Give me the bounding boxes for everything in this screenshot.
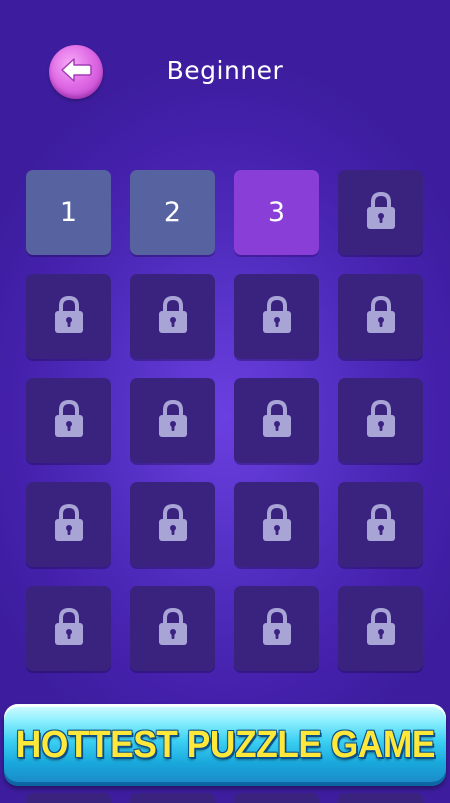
lock-icon (261, 295, 293, 339)
level-number: 3 (267, 197, 286, 228)
promo-banner: HOTTEST PUZZLE GAME (4, 704, 446, 786)
page-title: Beginner (166, 56, 284, 85)
level-tile-partial (234, 793, 319, 803)
level-tile-locked (234, 274, 319, 359)
lock-icon (365, 399, 397, 443)
level-tile-locked (338, 170, 423, 255)
lock-icon (365, 607, 397, 651)
level-tile-3[interactable]: 3 (234, 170, 319, 255)
level-tile-locked (130, 586, 215, 671)
lock-icon (53, 607, 85, 651)
lock-icon (53, 399, 85, 443)
lock-icon (157, 295, 189, 339)
level-tile-locked (234, 586, 319, 671)
level-tile-locked (338, 274, 423, 359)
level-number: 1 (59, 197, 78, 228)
level-tile-locked (234, 482, 319, 567)
level-tile-locked (338, 378, 423, 463)
banner-text: HOTTEST PUZZLE GAME (15, 723, 435, 766)
lock-icon (365, 503, 397, 547)
level-tile-locked (234, 378, 319, 463)
level-tile-2[interactable]: 2 (130, 170, 215, 255)
level-tile-locked (338, 482, 423, 567)
partial-level-row (26, 793, 424, 803)
level-number: 2 (163, 197, 182, 228)
level-tile-locked (26, 482, 111, 567)
lock-icon (365, 191, 397, 235)
level-tile-partial (338, 793, 423, 803)
lock-icon (157, 399, 189, 443)
lock-icon (261, 399, 293, 443)
level-tile-partial (130, 793, 215, 803)
level-tile-locked (26, 274, 111, 359)
level-tile-locked (130, 378, 215, 463)
level-tile-locked (130, 274, 215, 359)
lock-icon (53, 295, 85, 339)
lock-icon (261, 503, 293, 547)
level-tile-locked (26, 378, 111, 463)
level-grid: 1 2 3 (26, 170, 424, 671)
lock-icon (157, 607, 189, 651)
level-tile-partial (26, 793, 111, 803)
level-tile-locked (26, 586, 111, 671)
lock-icon (365, 295, 397, 339)
level-tile-locked (130, 482, 215, 567)
lock-icon (261, 607, 293, 651)
level-tile-1[interactable]: 1 (26, 170, 111, 255)
level-tile-locked (338, 586, 423, 671)
lock-icon (53, 503, 85, 547)
lock-icon (157, 503, 189, 547)
